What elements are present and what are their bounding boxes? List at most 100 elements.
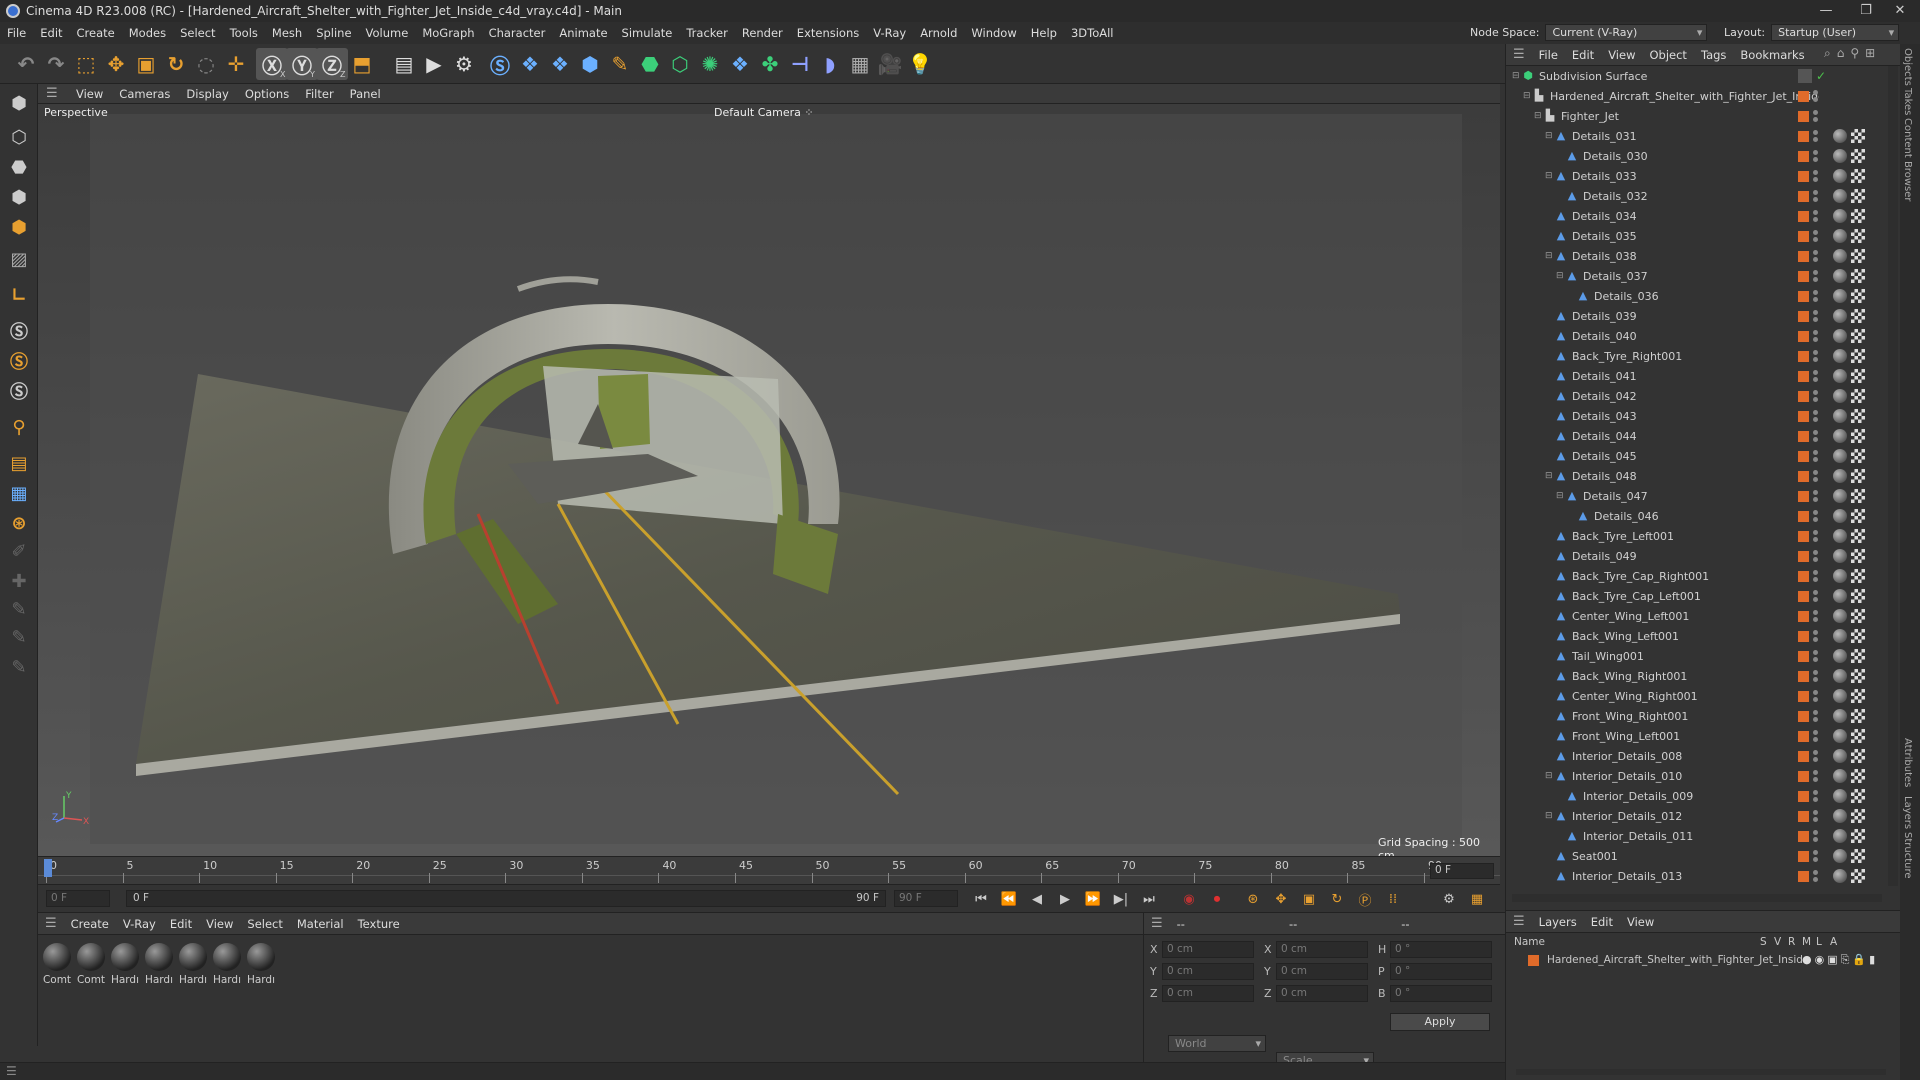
play-icon[interactable]: ▶ — [1054, 889, 1076, 909]
visibility-dots-icon[interactable] — [1813, 550, 1819, 562]
menu-mesh[interactable]: Mesh — [265, 26, 309, 40]
menu-arnold[interactable]: Arnold — [913, 26, 964, 40]
object-menu-edit[interactable]: Edit — [1565, 48, 1601, 62]
scale-icon[interactable]: ▣ — [130, 48, 162, 80]
material-tag-icon[interactable] — [1833, 309, 1847, 323]
object-row[interactable]: ▲ Details_036 — [1506, 286, 1886, 306]
material-tag-icon[interactable] — [1833, 389, 1847, 403]
hamburger-icon[interactable]: ☰ — [38, 916, 64, 931]
visibility-dots-icon[interactable] — [1813, 530, 1819, 542]
menu-file[interactable]: File — [0, 26, 33, 40]
visibility-dots-icon[interactable] — [1813, 870, 1819, 882]
snap-s2-icon[interactable]: Ⓢ — [3, 346, 35, 376]
material-swatch[interactable]: Hardı — [110, 943, 140, 986]
menu-character[interactable]: Character — [482, 26, 553, 40]
visibility-dots-icon[interactable] — [1813, 590, 1819, 602]
texture-tag-icon[interactable] — [1851, 449, 1865, 463]
layer-checker-icon[interactable] — [1798, 69, 1812, 83]
coord-rot-field[interactable]: 0 ° — [1390, 941, 1492, 958]
material-tag-icon[interactable] — [1833, 489, 1847, 503]
visibility-dots-icon[interactable] — [1813, 230, 1819, 242]
layer-color-icon[interactable] — [1798, 90, 1809, 102]
object-menu-object[interactable]: Object — [1642, 48, 1693, 62]
vray-icon[interactable]: Ⓢ — [484, 48, 516, 80]
texture-tag-icon[interactable] — [1851, 789, 1865, 803]
material-tag-icon[interactable] — [1833, 349, 1847, 363]
render-settings-icon[interactable]: ⚙ — [448, 48, 480, 80]
side-tab-structure[interactable]: Structure — [1902, 832, 1913, 879]
object-row[interactable]: ⊟ ▲ Details_033 — [1506, 166, 1886, 186]
next-frame-icon[interactable]: ⏩ — [1082, 889, 1104, 909]
texture-tag-icon[interactable] — [1851, 549, 1865, 563]
texture-tag-icon[interactable] — [1851, 609, 1865, 623]
layer-color-icon[interactable] — [1798, 310, 1809, 322]
visibility-dots-icon[interactable] — [1813, 90, 1819, 102]
fold-toggle-icon[interactable]: ⊟ — [1545, 471, 1555, 481]
hamburger-icon[interactable]: ☰ — [1506, 914, 1532, 929]
texture-tag-icon[interactable] — [1851, 189, 1865, 203]
coord-size-field[interactable]: 0 cm — [1276, 985, 1368, 1002]
visibility-dots-icon[interactable] — [1813, 210, 1819, 222]
texture-tag-icon[interactable] — [1851, 129, 1865, 143]
snap-s3-icon[interactable]: Ⓢ — [3, 376, 35, 406]
layer-color-icon[interactable] — [1798, 830, 1809, 842]
texture-mode-icon[interactable]: ⬡ — [3, 122, 35, 152]
layer-menu-edit[interactable]: Edit — [1584, 915, 1620, 929]
key-pla-icon[interactable]: ⁞⁞ — [1382, 889, 1404, 909]
viewport-menu-display[interactable]: Display — [178, 87, 236, 101]
object-row[interactable]: ▲ Details_044 — [1506, 426, 1886, 446]
pose-icon[interactable]: ✎ — [3, 594, 35, 624]
layer-color-icon[interactable] — [1798, 510, 1809, 522]
layer-color-icon[interactable] — [1798, 370, 1809, 382]
minimize-button[interactable]: — — [1806, 0, 1846, 22]
current-frame-field[interactable]: 0 F — [1430, 863, 1494, 879]
render-picture-viewer-icon[interactable]: ▶ — [418, 48, 450, 80]
object-row[interactable]: ▲ Details_032 — [1506, 186, 1886, 206]
layer-color-icon[interactable] — [1798, 170, 1809, 182]
node-space-dropdown[interactable]: Current (V-Ray) — [1545, 24, 1708, 41]
visibility-dots-icon[interactable] — [1813, 690, 1819, 702]
layer-menu-view[interactable]: View — [1620, 915, 1661, 929]
object-row[interactable]: ▲ Details_049 — [1506, 546, 1886, 566]
layer-color-icon[interactable] — [1798, 690, 1809, 702]
material-menu-select[interactable]: Select — [240, 917, 289, 931]
fold-toggle-icon[interactable]: ⊟ — [1545, 771, 1555, 781]
deformer-icon[interactable]: ⊣ — [784, 48, 816, 80]
coord-pos-field[interactable]: 0 cm — [1162, 985, 1254, 1002]
material-menu-vray[interactable]: V-Ray — [116, 917, 163, 931]
coord-size-field[interactable]: 0 cm — [1276, 963, 1368, 980]
menu-vray[interactable]: V-Ray — [866, 26, 913, 40]
floor-icon[interactable]: ▦ — [844, 48, 876, 80]
mograph-icon[interactable]: ✤ — [754, 48, 786, 80]
material-tag-icon[interactable] — [1833, 809, 1847, 823]
object-row[interactable]: ▲ Back_Tyre_Right001 — [1506, 346, 1886, 366]
layer-color-icon[interactable] — [1798, 790, 1809, 802]
menu-tools[interactable]: Tools — [223, 26, 265, 40]
layer-color-icon[interactable] — [1798, 430, 1809, 442]
object-menu-view[interactable]: View — [1601, 48, 1642, 62]
material-tag-icon[interactable] — [1833, 449, 1847, 463]
texture-tag-icon[interactable] — [1851, 309, 1865, 323]
paint-icon[interactable]: ⊛ — [3, 508, 35, 538]
material-tag-icon[interactable] — [1833, 789, 1847, 803]
material-tag-icon[interactable] — [1833, 829, 1847, 843]
layer-color-icon[interactable] — [1798, 490, 1809, 502]
visibility-dots-icon[interactable] — [1813, 730, 1819, 742]
texture-tag-icon[interactable] — [1851, 509, 1865, 523]
material-tag-icon[interactable] — [1833, 529, 1847, 543]
playhead[interactable] — [44, 859, 52, 877]
layer-flag-icons[interactable]: ●◉▣⎘🔒▮ — [1802, 953, 1878, 967]
record-icon[interactable]: ◉ — [1178, 889, 1200, 909]
key-param-icon[interactable]: Ⓟ — [1354, 889, 1376, 909]
magnet-icon[interactable]: ⚲ — [3, 412, 35, 442]
material-tag-icon[interactable] — [1833, 129, 1847, 143]
object-row[interactable]: ▲ Details_043 — [1506, 406, 1886, 426]
enabled-check-icon[interactable]: ✓ — [1816, 69, 1826, 83]
texture-tag-icon[interactable] — [1851, 429, 1865, 443]
visibility-dots-icon[interactable] — [1813, 390, 1819, 402]
material-tag-icon[interactable] — [1833, 569, 1847, 583]
material-tag-icon[interactable] — [1833, 709, 1847, 723]
object-row[interactable]: ⊟ ▲ Details_048 — [1506, 466, 1886, 486]
object-row[interactable]: ▲ Details_035 — [1506, 226, 1886, 246]
object-row[interactable]: ⊟ ▲ Details_037 — [1506, 266, 1886, 286]
